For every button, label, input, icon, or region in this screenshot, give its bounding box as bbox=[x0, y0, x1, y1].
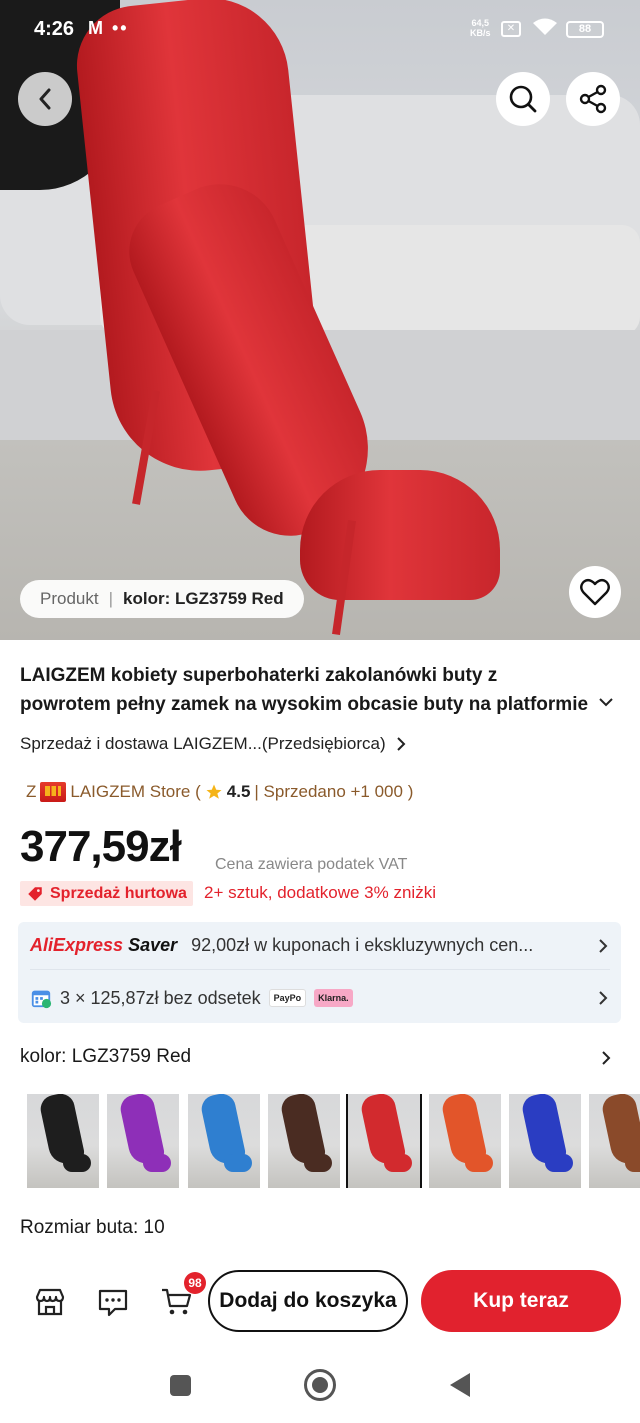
coupon-text: 92,00zł w kuponach i ekskluzywnych cen..… bbox=[191, 935, 534, 955]
system-back-button[interactable] bbox=[450, 1373, 470, 1397]
no-sim-icon: ✕ bbox=[501, 21, 521, 37]
installments-row[interactable]: 3 × 125,87zł bez odsetek PayPo Klarna. bbox=[30, 974, 610, 1022]
status-indicators: M •• bbox=[88, 18, 129, 38]
store-button[interactable] bbox=[32, 1284, 68, 1320]
size-label[interactable]: Rozmiar buta: 10 bbox=[20, 1217, 165, 1239]
network-speed-unit: KB/s bbox=[470, 28, 491, 38]
product-price: 377,59zł bbox=[20, 822, 182, 871]
color-swatch[interactable] bbox=[346, 1094, 422, 1188]
share-button[interactable] bbox=[566, 72, 620, 126]
variant-tag[interactable]: Produkt | kolor: LGZ3759 Red bbox=[20, 580, 304, 618]
color-label[interactable]: kolor: LGZ3759 Red bbox=[20, 1046, 191, 1068]
wholesale-badge: Sprzedaż hurtowa bbox=[20, 881, 193, 906]
tag-icon bbox=[28, 886, 42, 901]
chat-icon bbox=[98, 1289, 128, 1317]
search-button[interactable] bbox=[496, 72, 550, 126]
search-icon bbox=[509, 85, 537, 113]
swatch-foot-image bbox=[224, 1154, 252, 1172]
seller-info[interactable]: Sprzedaż i dostawa LAIGZEM...(Przedsiębi… bbox=[20, 734, 406, 754]
swatch-foot-image bbox=[545, 1154, 573, 1172]
klarna-badge: Klarna. bbox=[314, 989, 353, 1007]
product-title-line-2: powrotem pełny zamek na wysokim obcasie … bbox=[20, 694, 589, 715]
aliexpress-logo-text: AliExpress bbox=[30, 935, 124, 955]
saver-logo-text: Saver bbox=[128, 935, 178, 955]
star-icon bbox=[206, 784, 222, 799]
swatch-foot-image bbox=[384, 1154, 412, 1172]
color-swatch[interactable] bbox=[429, 1094, 501, 1188]
status-bar: 4:26 M •• 64,5 KB/s ✕ 88 bbox=[0, 0, 640, 60]
color-swatch[interactable] bbox=[268, 1094, 340, 1188]
cart-count-badge: 98 bbox=[184, 1272, 206, 1294]
recent-apps-button[interactable] bbox=[170, 1375, 191, 1396]
share-icon bbox=[579, 84, 607, 114]
swatch-foot-image bbox=[625, 1154, 640, 1172]
chevron-left-icon bbox=[39, 88, 51, 110]
chevron-right-icon bbox=[599, 991, 608, 1005]
network-speed: 64,5 KB/s bbox=[470, 18, 491, 38]
wishlist-button[interactable] bbox=[569, 566, 621, 618]
swatch-foot-image bbox=[143, 1154, 171, 1172]
variant-tag-prefix: Produkt bbox=[40, 589, 99, 608]
wholesale-text: 2+ sztuk, dodatkowe 3% zniżki bbox=[204, 883, 436, 902]
system-nav-bar bbox=[0, 1350, 640, 1423]
wifi-icon bbox=[532, 17, 558, 43]
color-swatch[interactable] bbox=[27, 1094, 99, 1188]
store-sold: | Sprzedano +1 000 ) bbox=[254, 782, 414, 801]
color-swatch[interactable] bbox=[589, 1094, 640, 1188]
store-rating: 4.5 bbox=[226, 782, 251, 801]
promo-box: AliExpress Saver 92,00zł w kuponach i ek… bbox=[18, 922, 621, 1023]
store-icon bbox=[35, 1288, 65, 1316]
add-to-cart-button[interactable]: Dodaj do koszyka bbox=[208, 1270, 408, 1332]
paypo-badge: PayPo bbox=[268, 989, 307, 1007]
chevron-right-icon bbox=[599, 939, 608, 953]
network-speed-value: 64,5 bbox=[471, 18, 490, 28]
variant-tag-value: kolor: LGZ3759 Red bbox=[123, 589, 284, 608]
swatch-foot-image bbox=[304, 1154, 332, 1172]
swatch-foot-image bbox=[63, 1154, 91, 1172]
calendar-icon bbox=[31, 990, 52, 1009]
store-prefix: Z bbox=[26, 782, 37, 801]
back-button[interactable] bbox=[18, 72, 72, 126]
home-button[interactable] bbox=[304, 1369, 336, 1401]
store-name: LAIGZEM Store ( bbox=[70, 782, 201, 801]
wholesale-label: Sprzedaż hurtowa bbox=[50, 884, 187, 902]
color-swatch[interactable] bbox=[188, 1094, 260, 1188]
image-boot bbox=[300, 470, 500, 600]
heart-icon bbox=[580, 578, 610, 606]
action-bar: 98 Dodaj do koszyka Kup teraz bbox=[0, 1262, 640, 1342]
chevron-right-icon bbox=[396, 737, 406, 751]
product-title-line-1: LAIGZEM kobiety superbohaterki zakolanów… bbox=[20, 665, 498, 686]
battery-icon: 88 bbox=[566, 21, 604, 38]
seller-text: Sprzedaż i dostawa LAIGZEM...(Przedsiębi… bbox=[20, 734, 386, 753]
buy-now-button[interactable]: Kup teraz bbox=[421, 1270, 621, 1332]
divider: | bbox=[108, 589, 114, 608]
color-swatch[interactable] bbox=[509, 1094, 581, 1188]
color-swatch[interactable] bbox=[107, 1094, 179, 1188]
vat-note: Cena zawiera podatek VAT bbox=[215, 856, 408, 873]
status-time: 4:26 bbox=[34, 18, 75, 40]
aliexpress-saver-logo: AliExpress Saver bbox=[30, 935, 177, 956]
color-swatch-list bbox=[27, 1094, 640, 1188]
chevron-down-icon[interactable] bbox=[598, 696, 614, 708]
chevron-right-icon[interactable] bbox=[601, 1050, 611, 1066]
message-button[interactable] bbox=[95, 1284, 131, 1320]
image-cushion bbox=[460, 225, 640, 335]
coupon-row[interactable]: AliExpress Saver 92,00zł w kuponach i ek… bbox=[30, 922, 610, 970]
store-logo-icon bbox=[40, 782, 67, 802]
installments-text: 3 × 125,87zł bez odsetek bbox=[60, 987, 261, 1008]
swatch-foot-image bbox=[465, 1154, 493, 1172]
store-info[interactable]: Z LAIGZEM Store ( 4.5 | Sprzedano +1 000… bbox=[26, 782, 413, 802]
